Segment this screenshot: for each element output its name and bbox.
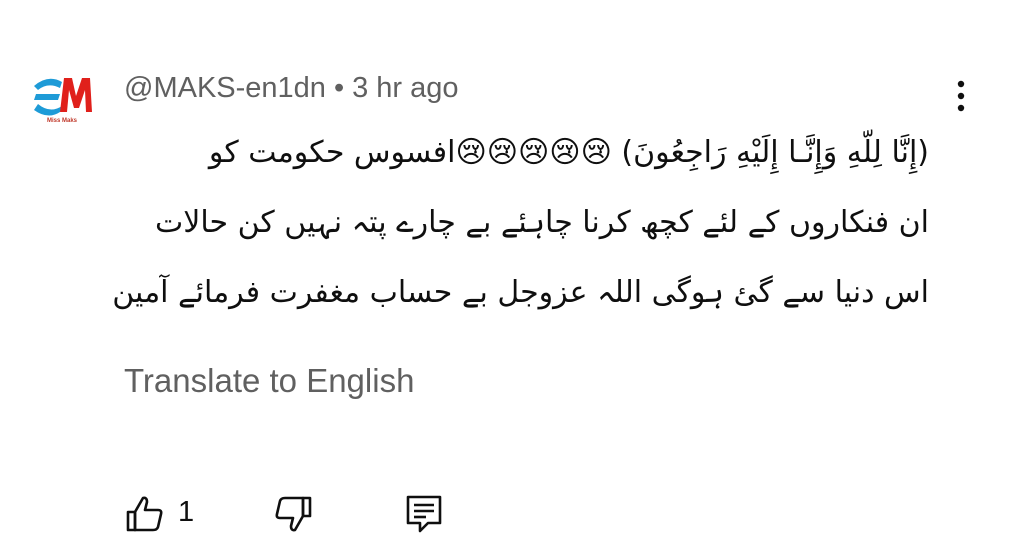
translate-button[interactable]: Translate to English <box>124 362 414 400</box>
more-vert-icon <box>957 80 965 112</box>
avatar-caption: Miss Maks <box>47 118 78 124</box>
comment-text: (إِنَّا لِلّهِ وَإِنَّـا إِلَيْهِ رَاجِع… <box>112 135 929 310</box>
thumb-down-icon <box>275 496 312 532</box>
avatar[interactable]: Miss Maks <box>30 72 94 124</box>
like-count: 1 <box>178 496 195 528</box>
more-options-button[interactable] <box>943 76 979 116</box>
reply-comment-icon <box>406 495 442 533</box>
comment-header: @MAKS-en1dn • 3 hr ago <box>124 66 459 110</box>
thumb-up-icon <box>126 496 163 532</box>
reply-button[interactable] <box>402 492 446 536</box>
comment-time: 3 hr ago <box>352 71 459 104</box>
avatar-logo-icon: Miss Maks <box>30 72 94 124</box>
like-button[interactable] <box>124 492 168 536</box>
header-separator: • <box>333 71 345 104</box>
dislike-button[interactable] <box>270 492 314 536</box>
author-name[interactable]: @MAKS-en1dn <box>124 72 326 105</box>
